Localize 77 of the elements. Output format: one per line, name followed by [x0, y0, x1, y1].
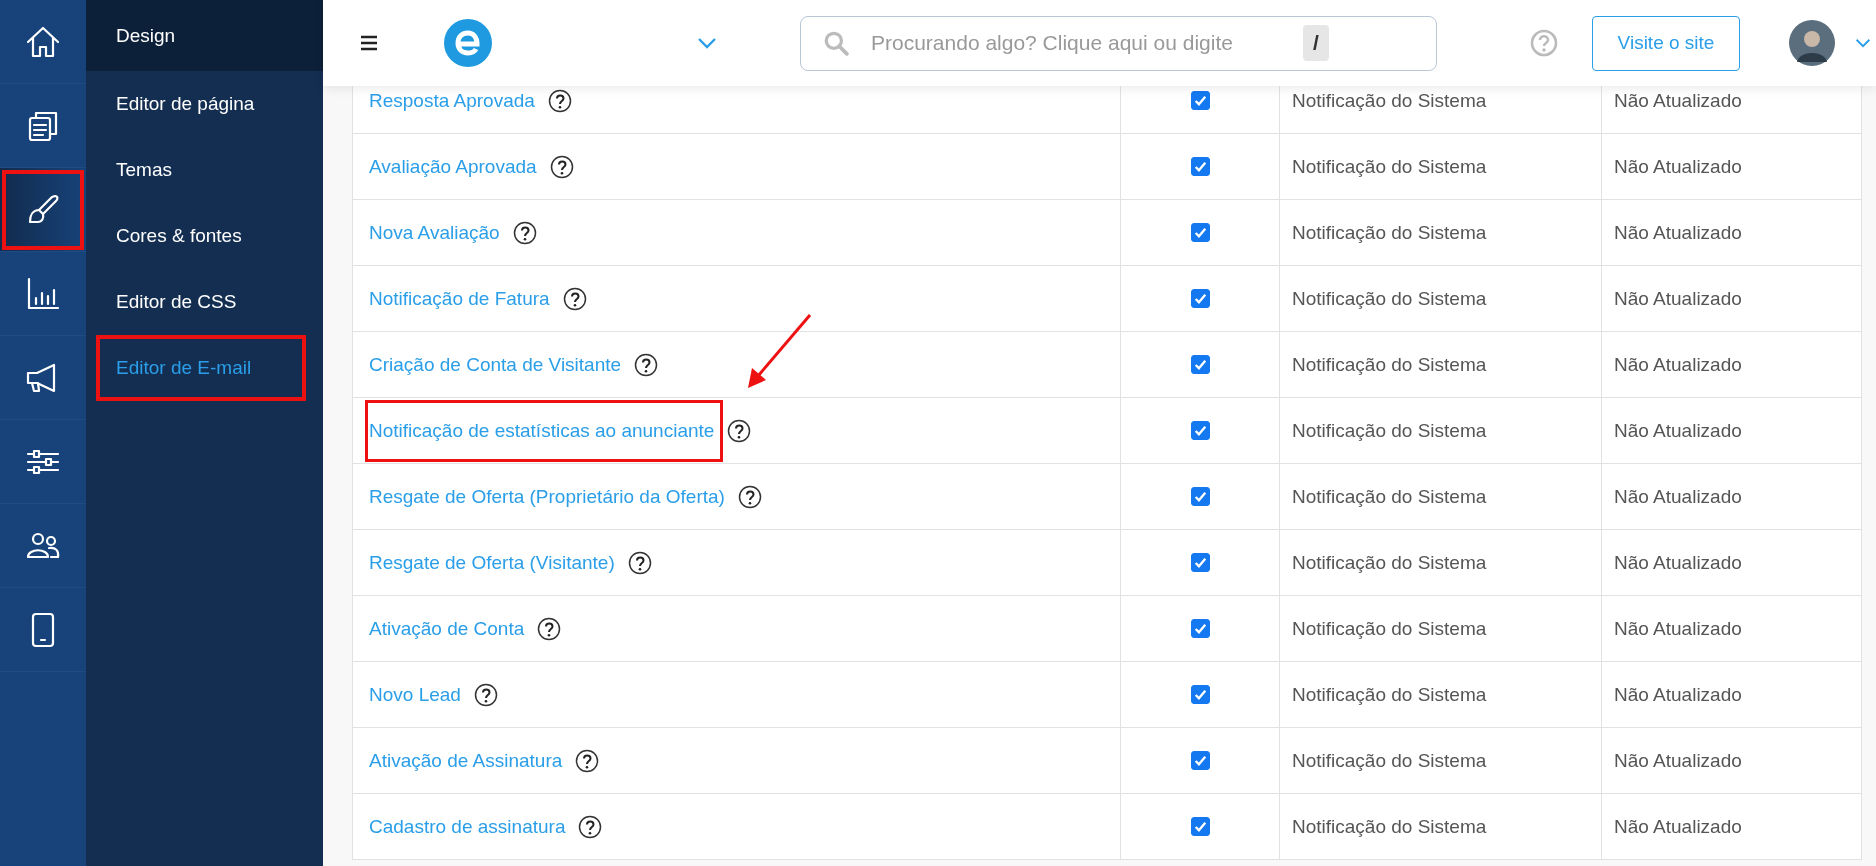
checkbox[interactable] — [1190, 421, 1210, 440]
help-icon[interactable] — [549, 154, 574, 179]
submenu-item[interactable]: Editor de página — [86, 71, 323, 137]
checkbox[interactable] — [1190, 685, 1210, 704]
table-cell: Notificação do Sistema — [1292, 353, 1487, 376]
checkbox[interactable] — [1190, 553, 1210, 572]
table-cell: Não Atualizado — [1614, 353, 1742, 376]
email-name-link[interactable]: Notificação de estatísticas ao anunciante — [365, 399, 724, 462]
submenu-item[interactable]: Cores & fontes — [86, 203, 323, 269]
chevron-down-icon[interactable] — [1855, 37, 1871, 49]
checkbox[interactable] — [1190, 619, 1210, 638]
table-cell: Notificação do Sistema — [1292, 221, 1487, 244]
search-icon — [823, 30, 849, 56]
table-cell: Notificação do Sistema — [1292, 155, 1487, 178]
email-name-link[interactable]: Ativação de Assinatura — [365, 746, 572, 775]
brush-nav-item[interactable] — [0, 168, 86, 252]
logo-icon[interactable] — [444, 19, 492, 67]
help-icon[interactable] — [737, 484, 762, 509]
checkbox[interactable] — [1190, 91, 1210, 110]
table-cell: Não Atualizado — [1614, 551, 1742, 574]
table-cell: Não Atualizado — [1614, 617, 1742, 640]
table-cell: Notificação do Sistema — [1292, 815, 1487, 838]
table-cell: Notificação do Sistema — [1292, 749, 1487, 772]
search-bar[interactable]: Procurando algo? Clique aqui ou digite / — [800, 15, 1437, 71]
table-cell: Não Atualizado — [1614, 89, 1742, 112]
help-icon[interactable] — [512, 220, 537, 245]
submenu-title: Design — [86, 0, 323, 71]
help-icon[interactable] — [578, 814, 603, 839]
checkbox[interactable] — [1190, 223, 1210, 242]
table-cell: Notificação do Sistema — [1292, 89, 1487, 112]
table-cell: Notificação do Sistema — [1292, 551, 1487, 574]
menu-icon[interactable] — [360, 35, 378, 51]
submenu-item[interactable]: Temas — [86, 137, 323, 203]
table-cell: Não Atualizado — [1614, 221, 1742, 244]
email-name-link[interactable]: Resgate de Oferta (Visitante) — [365, 548, 624, 577]
help-icon[interactable] — [562, 286, 587, 311]
table-cell: Notificação do Sistema — [1292, 683, 1487, 706]
help-icon[interactable] — [634, 352, 659, 377]
email-name-link[interactable]: Novo Lead — [365, 680, 470, 709]
email-name-link[interactable]: Cadastro de assinatura — [365, 812, 575, 841]
checkbox[interactable] — [1190, 157, 1210, 176]
table-cell: Não Atualizado — [1614, 815, 1742, 838]
email-name-link[interactable]: Avaliação Aprovada — [365, 152, 546, 181]
checkbox[interactable] — [1190, 355, 1210, 374]
email-name-link[interactable]: Criação de Conta de Visitante — [365, 350, 631, 379]
search-input[interactable]: Procurando algo? Clique aqui ou digite — [869, 30, 1303, 56]
help-icon[interactable] — [537, 616, 562, 641]
help-icon[interactable] — [727, 418, 752, 443]
email-name-link[interactable]: Resposta Aprovada — [365, 86, 544, 115]
table-cell: Notificação do Sistema — [1292, 287, 1487, 310]
table-cell: Não Atualizado — [1614, 683, 1742, 706]
checkbox[interactable] — [1190, 289, 1210, 308]
table-cell: Notificação do Sistema — [1292, 485, 1487, 508]
table-cell: Não Atualizado — [1614, 485, 1742, 508]
table-cell: Notificação do Sistema — [1292, 419, 1487, 442]
table-cell: Não Atualizado — [1614, 419, 1742, 442]
help-icon[interactable] — [627, 550, 652, 575]
email-name-link[interactable]: Resgate de Oferta (Proprietário da Oferta) — [365, 482, 734, 511]
shortcut-key: / — [1303, 25, 1329, 61]
email-name-link[interactable]: Notificação de Fatura — [365, 284, 559, 313]
table-cell: Não Atualizado — [1614, 155, 1742, 178]
table-cell: Notificação do Sistema — [1292, 617, 1487, 640]
checkbox[interactable] — [1190, 751, 1210, 770]
submenu-item[interactable]: Editor de E-mail — [96, 335, 306, 401]
email-name-link[interactable]: Ativação de Conta — [365, 614, 534, 643]
table-cell: Não Atualizado — [1614, 749, 1742, 772]
visit-site-button[interactable]: Visite o site — [1592, 15, 1740, 71]
table-cell: Não Atualizado — [1614, 287, 1742, 310]
submenu-item[interactable]: Editor de CSS — [86, 269, 323, 335]
help-icon[interactable] — [575, 748, 600, 773]
checkbox[interactable] — [1190, 487, 1210, 506]
chevron-down-icon[interactable] — [697, 37, 717, 49]
help-icon[interactable] — [473, 682, 498, 707]
avatar[interactable] — [1789, 20, 1835, 66]
help-icon[interactable] — [547, 88, 572, 113]
checkbox[interactable] — [1190, 817, 1210, 836]
email-name-link[interactable]: Nova Avaliação — [365, 218, 509, 247]
